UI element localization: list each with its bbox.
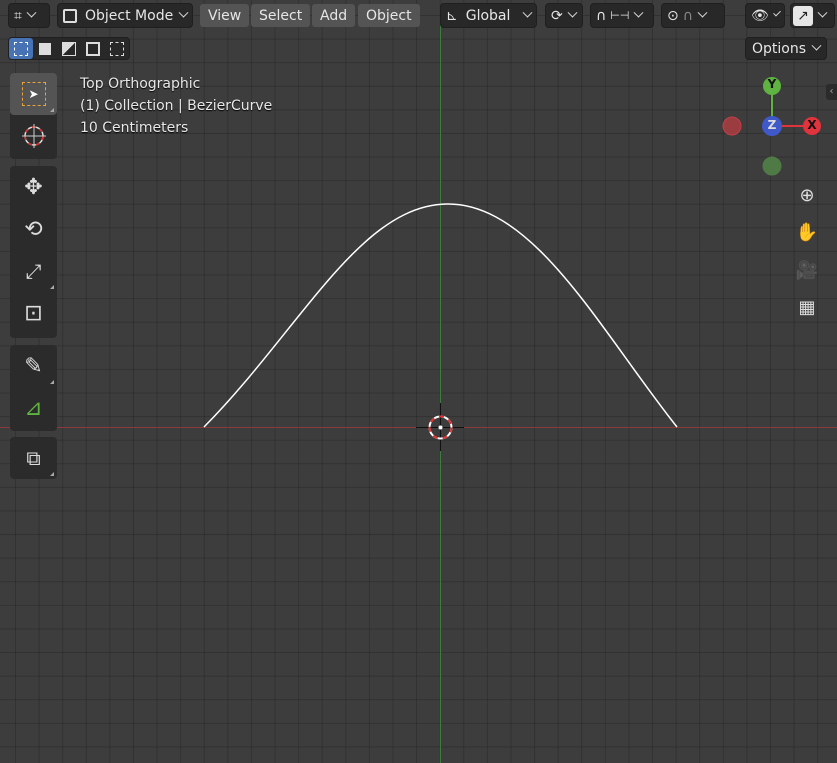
transform-icon: ⊡ <box>24 300 43 326</box>
transform-orientation-dropdown[interactable]: ⊾ Global <box>440 3 537 28</box>
mode-label: Object Mode <box>85 7 174 24</box>
orientation-axes-icon: ⊾ <box>446 7 458 24</box>
visibility-dropdown[interactable]: 👁 <box>745 3 785 28</box>
chevron-down-icon <box>567 7 578 18</box>
add-cube-tool[interactable]: ⧉ <box>10 437 57 479</box>
pivot-point-dropdown[interactable]: ⟳ <box>545 3 583 28</box>
chevron-down-icon <box>811 40 822 51</box>
menu-add[interactable]: Add <box>312 4 356 27</box>
snap-increment-icon[interactable]: ⊢⊣ <box>610 9 629 22</box>
options-label: Options <box>751 40 807 57</box>
magnet-icon[interactable]: ∩ <box>596 8 606 24</box>
scale-icon: ⤢ <box>25 259 42 283</box>
chevron-down-icon <box>522 7 533 18</box>
menu-view[interactable]: View <box>200 4 250 27</box>
select-subtract-icon[interactable] <box>57 38 81 59</box>
rotate-icon: ⟲ <box>24 216 43 242</box>
orientation-label: Global <box>465 7 511 24</box>
scale-label: 10 Centimeters <box>80 120 189 136</box>
select-cursor-icon: ➤ <box>21 82 46 106</box>
transform-tool[interactable]: ⊡ <box>10 292 57 334</box>
hand-pan-icon[interactable]: ✋ <box>794 219 820 245</box>
toolbar-add-group: ⧉ <box>10 437 57 479</box>
falloff-curve-icon[interactable]: ∩ <box>683 8 693 24</box>
ruler-icon: ⊿ <box>24 395 43 421</box>
snapping-group[interactable]: ∩ ⊢⊣ <box>590 3 654 28</box>
toolbar-annotate-group: ✎ ⊿ <box>10 345 57 431</box>
object-mode-icon <box>63 8 77 23</box>
collection-label: (1) Collection | BezierCurve <box>80 98 273 114</box>
select-intersect-icon[interactable] <box>105 38 129 59</box>
measure-tool[interactable]: ⊿ <box>10 387 57 429</box>
proportional-editing-group[interactable]: ⊙ ∩ <box>661 3 725 28</box>
cursor-tool[interactable] <box>10 115 57 157</box>
view-name-label: Top Orthographic <box>80 76 201 92</box>
gizmo-toggle-group[interactable]: ↗ <box>790 3 835 28</box>
chevron-down-icon <box>697 7 708 18</box>
move-arrows-icon: ✥ <box>24 174 43 200</box>
3d-cursor-tool-icon <box>21 124 46 148</box>
chevron-down-icon <box>633 7 644 18</box>
select-new-icon[interactable] <box>9 38 33 59</box>
grid-perspective-icon[interactable]: ▦ <box>794 294 820 320</box>
viewport-overlay <box>0 25 837 763</box>
proportional-edit-icon[interactable]: ⊙ <box>667 8 679 24</box>
add-cube-icon: ⧉ <box>26 446 41 470</box>
chevron-down-icon <box>817 7 828 18</box>
grid-editor-icon: ⌗ <box>14 7 22 24</box>
camera-icon[interactable]: 🎥 <box>794 257 820 283</box>
scale-tool[interactable]: ⤢ <box>10 250 57 292</box>
chevron-down-icon <box>26 7 37 18</box>
3d-cursor-icon <box>416 403 464 451</box>
sidebar-toggle-icon[interactable]: ‹ <box>826 84 837 100</box>
toolbar-select-group: ➤ <box>10 73 57 159</box>
select-extend-icon[interactable] <box>33 38 57 59</box>
select-invert-icon[interactable] <box>81 38 105 59</box>
zoom-icon[interactable]: ⊕ <box>794 182 820 208</box>
gizmo-y-label[interactable]: Y <box>765 77 779 91</box>
gizmo-curve-icon[interactable]: ↗ <box>793 5 813 26</box>
move-tool[interactable]: ✥ <box>10 166 57 208</box>
pivot-icon: ⟳ <box>551 7 563 24</box>
gizmo-z-label[interactable]: Z <box>765 118 779 132</box>
chevron-down-icon <box>772 8 781 17</box>
menu-object[interactable]: Object <box>358 4 420 27</box>
eye-icon: 👁 <box>751 7 769 24</box>
annotate-tool[interactable]: ✎ <box>10 345 57 387</box>
editor-type-dropdown[interactable]: ⌗ <box>8 3 50 28</box>
toolbar-transform-group: ✥ ⟲ ⤢ ⊡ <box>10 166 57 338</box>
rotate-tool[interactable]: ⟲ <box>10 208 57 250</box>
chevron-down-icon <box>178 7 189 18</box>
mode-dropdown[interactable]: Object Mode <box>57 3 193 28</box>
select-box-tool[interactable]: ➤ <box>10 73 57 115</box>
menu-select[interactable]: Select <box>251 4 311 27</box>
selection-mode-group[interactable] <box>8 37 130 60</box>
pencil-icon: ✎ <box>24 353 43 379</box>
options-dropdown[interactable]: Options <box>745 37 827 60</box>
gizmo-x-label[interactable]: X <box>805 118 819 132</box>
